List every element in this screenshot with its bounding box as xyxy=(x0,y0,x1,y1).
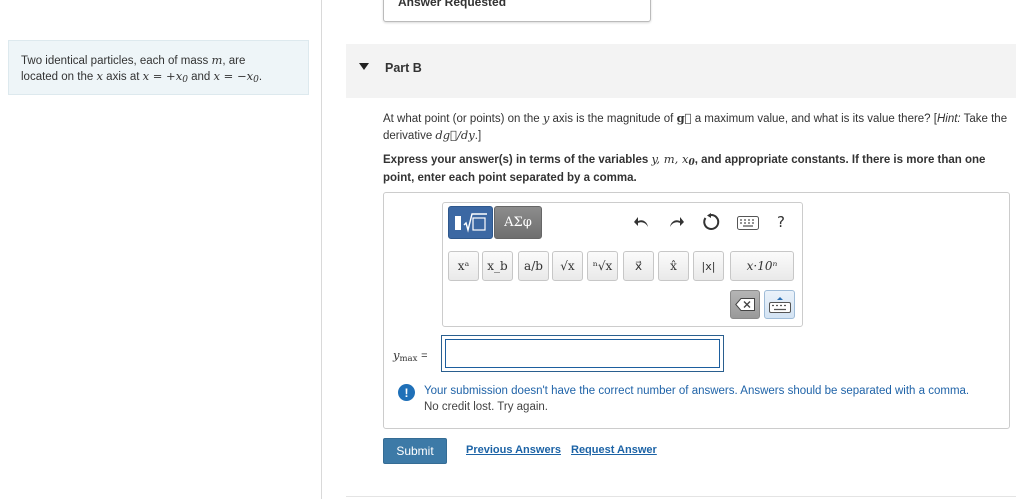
y-variable: y xyxy=(542,111,550,125)
part-title: Part B xyxy=(385,61,422,75)
nth-root-label: ⁿ√x xyxy=(592,259,613,273)
panel-divider xyxy=(321,0,322,499)
scientific-notation-button[interactable]: x·10ⁿ xyxy=(730,251,794,281)
templates-icon xyxy=(454,212,487,233)
part-header[interactable] xyxy=(346,44,1016,98)
ymax-label-eq: = xyxy=(421,350,428,362)
nth-root-button[interactable]: ⁿ√x xyxy=(587,251,618,281)
subscript-zero: 0 xyxy=(182,75,188,85)
absolute-value-label: |x| xyxy=(701,259,716,273)
ymax-label-sub: max xyxy=(399,354,418,364)
unit-vector-button[interactable]: x̂ xyxy=(658,251,689,281)
answer-requested-label: Answer Requested xyxy=(398,0,507,9)
question-part: a maximum value, and what is its value t… xyxy=(694,113,937,125)
answer-requested-button[interactable]: Answer Requested xyxy=(383,0,651,22)
superscript-label: xᵃ xyxy=(457,259,470,273)
reset-icon[interactable] xyxy=(702,213,720,234)
superscript-button[interactable]: xᵃ xyxy=(448,251,479,281)
greek-symbols-button[interactable]: ΑΣφ xyxy=(494,206,542,239)
absolute-value-button[interactable]: |x| xyxy=(693,251,724,281)
hint-label: Hint: xyxy=(936,113,961,125)
templates-button[interactable] xyxy=(448,206,493,239)
fraction-button[interactable]: a/b xyxy=(518,251,549,281)
ymax-label: ymax = xyxy=(393,348,428,364)
square-root-button[interactable]: √x xyxy=(552,251,583,281)
problem-text-3: located on the xyxy=(21,71,94,83)
previous-answers-link[interactable]: Previous Answers xyxy=(466,444,561,456)
feedback-message: Your submission doesn't have the correct… xyxy=(424,383,1010,415)
keyboard-icon xyxy=(768,296,791,313)
ymax-answer-input[interactable] xyxy=(445,339,720,368)
positive-position: x = +x xyxy=(142,69,183,83)
variables-list: y, m, x xyxy=(651,152,689,166)
problem-text-1: Two identical particles, each of mass xyxy=(21,55,209,67)
feedback-line-2: No credit lost. Try again. xyxy=(424,401,548,413)
mass-variable: m xyxy=(211,53,223,67)
period: . xyxy=(258,71,263,83)
problem-statement: Two identical particles, each of mass m,… xyxy=(8,40,309,95)
g-vector: g⃗ xyxy=(676,111,692,125)
instructions-part: Express your answer(s) in terms of the v… xyxy=(383,154,649,166)
subscript-label: x_b xyxy=(487,259,508,273)
feedback-line-1: Your submission doesn't have the correct… xyxy=(424,385,970,397)
question-part: .] xyxy=(474,130,482,142)
question-text: At what point (or points) on the y axis … xyxy=(383,110,1015,144)
problem-text-4: axis at xyxy=(106,71,140,83)
square-root-label: √x xyxy=(560,259,575,273)
virtual-keyboard-button[interactable] xyxy=(764,290,795,319)
alert-icon: ! xyxy=(398,384,415,401)
unit-vector-label: x̂ xyxy=(670,259,677,273)
undo-icon[interactable] xyxy=(633,213,651,234)
collapse-caret-icon[interactable] xyxy=(359,63,369,70)
question-part: At what point (or points) on the xyxy=(383,113,540,125)
axis-variable: x xyxy=(96,69,103,83)
redo-icon[interactable] xyxy=(667,213,685,234)
backspace-icon xyxy=(735,298,755,311)
problem-text-2: , are xyxy=(222,55,246,67)
problem-text-and: and xyxy=(191,71,211,83)
scientific-notation-label: x·10ⁿ xyxy=(746,259,778,273)
fraction-label: a/b xyxy=(524,259,543,273)
request-answer-link[interactable]: Request Answer xyxy=(571,444,657,456)
ymax-answer-field[interactable] xyxy=(441,335,724,372)
vector-button[interactable]: x⃗ xyxy=(623,251,654,281)
question-part: axis is the magnitude of xyxy=(552,113,674,125)
backspace-button[interactable] xyxy=(730,290,760,319)
bottom-divider xyxy=(346,496,1016,497)
help-icon[interactable]: ? xyxy=(777,213,785,231)
negative-position: x = −x xyxy=(213,69,254,83)
derivative-expr: dg⃗/dy xyxy=(435,128,475,142)
submit-button[interactable]: Submit xyxy=(383,438,447,464)
keyboard-shortcuts-icon[interactable] xyxy=(737,216,759,233)
subscript-button[interactable]: x_b xyxy=(482,251,513,281)
vector-label: x⃗ xyxy=(634,259,643,273)
answer-instructions: Express your answer(s) in terms of the v… xyxy=(383,152,1015,186)
